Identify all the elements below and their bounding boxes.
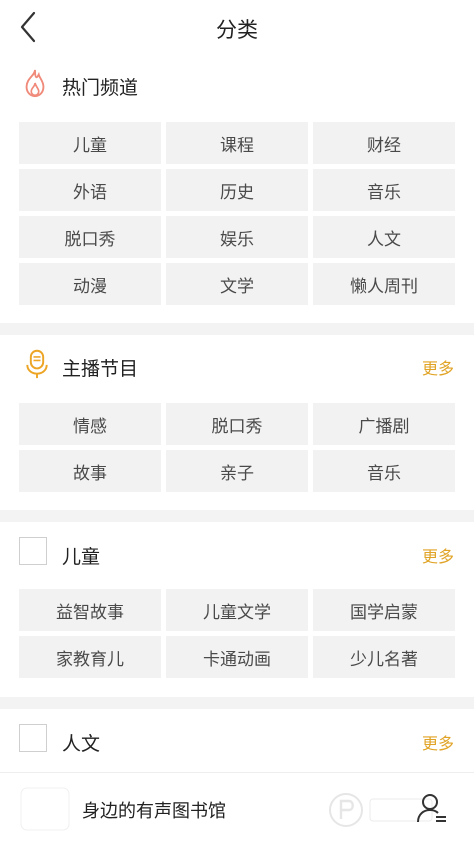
category-chip[interactable]: 懒人周刊 (313, 263, 455, 305)
section-header-hot: 热门频道 (0, 60, 474, 110)
more-link[interactable]: 更多 (422, 355, 454, 379)
section-header-children: 儿童 更多 (0, 529, 474, 579)
category-chip[interactable]: 脱口秀 (19, 216, 161, 258)
anchor-program-grid: 情感 脱口秀 广播剧 故事 亲子 音乐 (19, 403, 455, 492)
category-chip[interactable]: 国学启蒙 (313, 589, 455, 631)
section-divider (0, 697, 474, 709)
category-chip[interactable]: 音乐 (313, 450, 455, 492)
category-chip[interactable]: 家教育儿 (19, 636, 161, 678)
category-chip[interactable]: 卡通动画 (166, 636, 308, 678)
app-logo-placeholder (20, 787, 70, 831)
category-chip[interactable]: 儿童 (19, 122, 161, 164)
category-chip[interactable]: 脱口秀 (166, 403, 308, 445)
category-chip[interactable]: 情感 (19, 403, 161, 445)
hot-channel-grid: 儿童 课程 财经 外语 历史 音乐 脱口秀 娱乐 人文 动漫 文学 懒人周刊 (19, 122, 455, 305)
category-thumbnail (19, 537, 47, 565)
category-chip[interactable]: 音乐 (313, 169, 455, 211)
section-title: 儿童 (62, 546, 101, 568)
section-divider (0, 323, 474, 335)
category-chip[interactable]: 课程 (166, 122, 308, 164)
top-bar: 分类 (0, 0, 474, 56)
user-icon[interactable] (416, 792, 448, 824)
category-chip[interactable]: 少儿名著 (313, 636, 455, 678)
slogan-text: 身边的有声图书馆 (82, 801, 226, 822)
section-title: 热门频道 (62, 77, 139, 99)
more-link[interactable]: 更多 (422, 730, 454, 754)
section-divider (0, 510, 474, 522)
category-chip[interactable]: 人文 (313, 216, 455, 258)
section-header-humanities: 人文 更多 (0, 716, 474, 766)
category-chip[interactable]: 历史 (166, 169, 308, 211)
flame-icon (25, 69, 45, 98)
category-chip[interactable]: 财经 (313, 122, 455, 164)
category-chip[interactable]: 故事 (19, 450, 161, 492)
section-header-anchor: 主播节目 更多 (0, 341, 474, 391)
category-chip[interactable]: 益智故事 (19, 589, 161, 631)
category-chip[interactable]: 外语 (19, 169, 161, 211)
children-category-grid: 益智故事 儿童文学 国学启蒙 家教育儿 卡通动画 少儿名著 (19, 589, 455, 678)
more-link[interactable]: 更多 (422, 543, 454, 567)
category-thumbnail (19, 724, 47, 752)
category-chip[interactable]: 广播剧 (313, 403, 455, 445)
section-title: 人文 (62, 733, 101, 755)
category-chip[interactable]: 文学 (166, 263, 308, 305)
microphone-icon (26, 349, 48, 379)
category-chip[interactable]: 娱乐 (166, 216, 308, 258)
category-chip[interactable]: 儿童文学 (166, 589, 308, 631)
section-title: 主播节目 (62, 358, 139, 380)
bottom-bar: 身边的有声图书馆 (0, 772, 474, 843)
page-title: 分类 (216, 18, 258, 42)
category-chip[interactable]: 亲子 (166, 450, 308, 492)
category-chip[interactable]: 动漫 (19, 263, 161, 305)
